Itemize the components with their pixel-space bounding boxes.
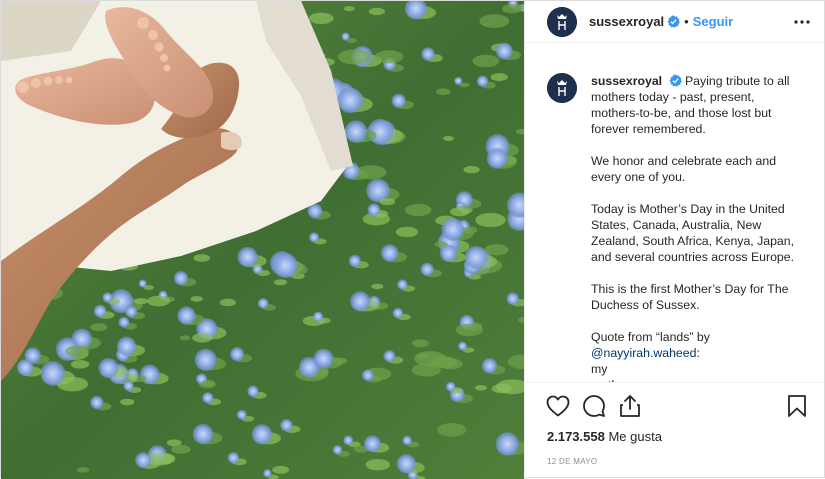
header-username[interactable]: sussexroyal	[589, 14, 664, 29]
more-options-icon[interactable]	[790, 10, 814, 34]
caption-paragraph: This is the first Mother’s Day for The D…	[591, 281, 803, 313]
mention-suffix: :	[696, 346, 699, 360]
heart-icon[interactable]	[545, 393, 571, 419]
caption-username[interactable]: sussexroyal	[591, 74, 662, 88]
post-caption: sussexroyal Paying tribute to all mother…	[591, 73, 803, 383]
caption-paragraph: We honor and celebrate each and every on…	[591, 153, 803, 185]
post-image	[1, 1, 524, 479]
verified-badge-icon	[667, 15, 680, 28]
caption-line: my	[591, 361, 803, 377]
likes-count[interactable]: 2.173.558 Me gusta	[525, 429, 824, 449]
verified-badge-icon	[669, 74, 682, 87]
instagram-post: sussexroyal • Seguir	[0, 0, 825, 478]
mention-link[interactable]: @nayyirah.waheed	[591, 346, 696, 360]
likes-number: 2.173.558	[547, 429, 605, 444]
separator-dot: •	[684, 14, 689, 29]
likes-label: Me gusta	[608, 429, 661, 444]
caption-row: sussexroyal Paying tribute to all mother…	[547, 73, 808, 383]
royal-monogram-icon	[547, 73, 577, 103]
caption-paragraph: Quote from “lands” by	[591, 329, 803, 345]
comments-area[interactable]: sussexroyal Paying tribute to all mother…	[525, 43, 824, 383]
share-icon[interactable]	[617, 393, 643, 419]
action-bar	[525, 383, 824, 429]
comment-icon[interactable]	[581, 393, 607, 419]
avatar[interactable]	[547, 7, 577, 37]
bookmark-icon[interactable]	[784, 393, 810, 419]
caption-paragraph: Today is Mother’s Day in the United Stat…	[591, 201, 803, 265]
post-side-panel: sussexroyal • Seguir	[524, 1, 824, 479]
royal-monogram-icon	[547, 7, 577, 37]
post-photo[interactable]	[1, 1, 524, 479]
follow-button[interactable]: Seguir	[693, 14, 733, 29]
post-header: sussexroyal • Seguir	[525, 1, 824, 43]
post-date[interactable]: 12 DE MAYO	[525, 449, 824, 479]
caption-avatar[interactable]	[547, 73, 577, 103]
